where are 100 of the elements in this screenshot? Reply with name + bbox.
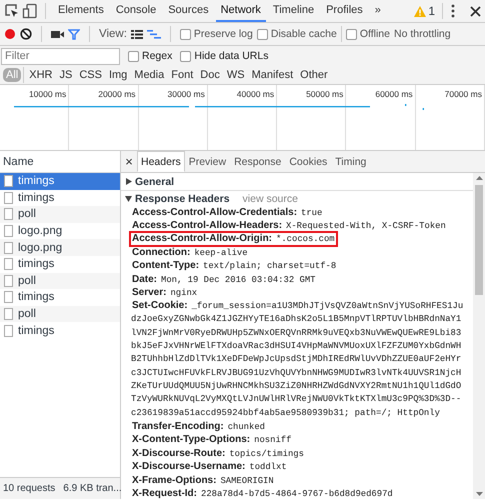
scrollbar[interactable]	[473, 173, 485, 499]
panel-tab[interactable]: Elements	[53, 0, 109, 22]
type-filter[interactable]: Media	[131, 68, 168, 82]
device-icon[interactable]	[22, 3, 38, 19]
header-name: X-Frame-Options:	[132, 474, 216, 486]
header-value: nosniff	[254, 434, 292, 446]
request-count: 10 requests	[3, 483, 56, 494]
time-tick: 20000 ms	[98, 89, 136, 99]
header-name: Access-Control-Allow-Origin:	[132, 233, 272, 246]
type-filter[interactable]: Doc	[197, 68, 223, 82]
view-source-link[interactable]: view source	[242, 192, 298, 204]
file-icon	[4, 258, 13, 270]
scroll-up-icon[interactable]	[476, 176, 482, 180]
type-filter[interactable]: CSS	[76, 68, 105, 82]
disclosure-triangle-icon[interactable]	[125, 178, 132, 185]
section-title[interactable]: Response Headers	[135, 192, 230, 204]
panel-tab[interactable]: Console	[110, 0, 162, 22]
type-filter[interactable]: WS	[224, 68, 248, 82]
checkbox-option[interactable]: Disable cache	[256, 28, 337, 40]
time-tick: 10000 ms	[28, 89, 66, 99]
header-value: keep-alive	[194, 246, 248, 259]
filter-field[interactable]: Filter	[1, 48, 120, 64]
header-value: toddlxt	[249, 461, 287, 474]
inspect-icon[interactable]	[4, 3, 20, 19]
list-view-icon[interactable]	[130, 30, 143, 38]
header-value: c3JCTUIwcHFUVkFLRVJBUG91UzVhQUVYbnNHWG9MUDIwR3lvNTk4UUVSR1NjcH	[131, 366, 462, 380]
header-value: ZKeTUrUUdQMUU5NjUwRHNCMkhSU3ZiZ0NHRHZWdGdNVXY2RmtNU1h1QUl1dGdO	[131, 380, 462, 394]
detail-tab[interactable]: Timing	[331, 151, 370, 172]
detail-tab[interactable]: Response	[230, 151, 286, 172]
file-icon	[4, 225, 13, 238]
header-value: *.cocos.com	[276, 233, 335, 246]
camera-icon[interactable]	[51, 30, 64, 38]
warning-count: 1	[428, 4, 435, 18]
type-filter[interactable]: Font	[168, 68, 196, 82]
close-button[interactable]: ×	[121, 154, 137, 169]
header-value: 228a78d4-b7d5-4864-9767-b6d8d9ed697d	[201, 488, 393, 499]
time-tick: 60000 ms	[375, 89, 413, 99]
type-filter[interactable]: Img	[106, 68, 130, 82]
header-value: c23619839a51accd95924bbf4ab5ae9580939b31; path=/; HttpOnly	[131, 406, 440, 420]
request-row[interactable]: poll	[0, 206, 120, 223]
type-filter[interactable]: Manifest	[248, 68, 296, 82]
file-icon	[4, 324, 13, 337]
panel-tab[interactable]: Timeline	[268, 0, 320, 22]
request-row[interactable]: timings	[0, 190, 120, 206]
request-row[interactable]: poll	[0, 306, 120, 322]
request-row[interactable]: timings	[0, 256, 120, 273]
file-icon	[4, 308, 13, 320]
checkbox-option[interactable]: Preserve log	[180, 28, 253, 40]
time-tick: 50000 ms	[306, 89, 344, 99]
header-name: Access-Control-Allow-Credentials:	[132, 206, 298, 219]
request-row[interactable]: timings	[0, 289, 120, 306]
header-name: Content-Type:	[132, 260, 200, 272]
column-header[interactable]: Name	[3, 156, 34, 168]
header-name: Date:	[132, 274, 158, 286]
request-row[interactable]: poll	[0, 272, 120, 290]
disclosure-triangle-icon[interactable]	[125, 195, 132, 202]
checkbox-option[interactable]: Offline	[346, 28, 390, 40]
header-value: Mon, 19 Dec 2016 03:04:32 GMT	[161, 274, 316, 286]
header-value: X-Requested-With, X-CSRF-Token	[286, 220, 446, 232]
file-icon	[4, 192, 13, 204]
filter-icon[interactable]	[68, 28, 80, 40]
header-value: _forum_session=a1U3MDhJTjVsQVZ0aWtnSnVjYUSoRHFES1Ju	[192, 300, 464, 312]
request-row[interactable]: timings	[0, 322, 120, 339]
request-row[interactable]: logo.png	[0, 239, 120, 256]
type-filter[interactable]: JS	[56, 68, 76, 82]
time-tick: 70000 ms	[444, 89, 482, 99]
header-value: TzVyWURkNUVqL2VyMXQtLVJnUWlHRlVRejNWU0VkTktKTXlmU3c9PQ%3D%3D--	[131, 393, 462, 406]
panel-tab[interactable]: Sources	[163, 0, 214, 22]
checkbox-option[interactable]: Regex	[128, 50, 172, 62]
file-icon	[4, 175, 13, 188]
header-name: Access-Control-Allow-Headers:	[132, 220, 282, 232]
menu-icon[interactable]	[450, 4, 456, 18]
header-value: bkJ5eFJxVHNrWElFTXdoaVRac3dHSUI4VHpMaWNVMUoxUXlFZFZUM0YxbGdnWH	[131, 340, 462, 353]
header-value: text/plain; charset=utf-8	[203, 260, 336, 272]
transfer-size: 6.9 KB tran...	[63, 483, 122, 494]
header-name: X-Discourse-Username:	[132, 461, 246, 474]
scrollbar-thumb[interactable]	[475, 185, 483, 295]
header-value: nginx	[170, 287, 198, 300]
request-row[interactable]: logo.png	[0, 222, 120, 240]
checkbox-option[interactable]: Hide data URLs	[180, 50, 268, 62]
header-value: topics/timings	[229, 448, 304, 460]
detail-tab[interactable]: Cookies	[285, 151, 332, 172]
detail-tab[interactable]: Preview	[184, 151, 230, 172]
more-tabs-button[interactable]: »	[370, 0, 386, 22]
section-title[interactable]: General	[135, 176, 174, 188]
throttling-dropdown[interactable]: No throttling	[394, 28, 451, 40]
type-filter[interactable]: XHR	[26, 68, 56, 82]
header-name: Server:	[132, 287, 166, 300]
file-icon	[4, 208, 13, 220]
close-icon[interactable]	[470, 6, 481, 16]
header-value: lVN2FjWnMrV0RyeDRWUHp5ZWNxOERQVnRRMk9uVEQxb3NuVWEwQUEwRE9Lbi83	[131, 326, 462, 340]
request-row[interactable]: timings	[0, 173, 120, 190]
record-icon[interactable]	[4, 28, 16, 40]
clear-icon[interactable]	[20, 28, 32, 40]
header-name: X-Request-Id:	[132, 488, 197, 499]
type-filter[interactable]: Other	[297, 68, 331, 82]
detail-tab[interactable]: Headers	[137, 151, 185, 172]
time-tick: 30000 ms	[168, 89, 205, 99]
scroll-down-icon[interactable]	[476, 492, 482, 496]
panel-tab[interactable]: Profiles	[321, 0, 368, 22]
